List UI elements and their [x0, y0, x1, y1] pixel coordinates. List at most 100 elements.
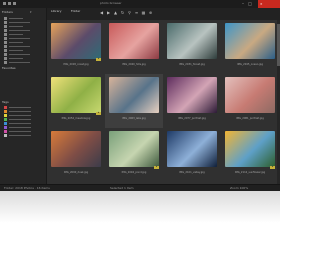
status-selection: Selected 1 item — [110, 186, 134, 190]
photo-yellow-flowers[interactable] — [51, 77, 101, 113]
zoom-icon[interactable]: ⊕ — [148, 10, 153, 15]
tag-color-swatch — [4, 114, 7, 117]
thumbnail-caption: IMG_2094_pond.jpg — [121, 171, 147, 174]
folder-label — [9, 62, 30, 63]
status-zoom: Zoom 100% — [230, 186, 249, 190]
collapse-icon[interactable]: ▾ — [30, 10, 32, 14]
folder-label — [9, 34, 23, 35]
tag-label — [9, 131, 31, 132]
folder-icon — [4, 57, 7, 60]
folder-icon — [4, 61, 7, 64]
folder-icon — [4, 33, 7, 36]
thumbnail-cell[interactable]: IMG_2090_dusk.jpg — [47, 128, 105, 182]
section-header-tags[interactable]: Tags — [2, 100, 9, 104]
folder-label — [9, 22, 30, 23]
thumbnail-cell[interactable]: ★ IMG_2094_pond.jpg — [105, 128, 163, 182]
folder-icon — [4, 29, 7, 32]
sort-icon[interactable]: ≡ — [134, 10, 139, 15]
thumbnail-caption: IMG_2020_hills.jpg — [122, 63, 146, 66]
photo-misty-red-hills[interactable] — [109, 23, 159, 59]
folder-label — [9, 42, 23, 43]
status-folder: Folder: 2018 Photos · 16 items — [4, 186, 50, 190]
section-header-favorites[interactable]: Favorites — [2, 66, 16, 70]
thumbnail-cell[interactable]: IMG_2063_lake.jpg — [105, 74, 163, 128]
thumbnail-cell[interactable]: IMG_2020_hills.jpg — [105, 20, 163, 74]
thumbnail-cell[interactable]: IMG_2031_forest.jpg — [163, 20, 221, 74]
thumbnail-cell[interactable]: IMG_2101_valley.jpg — [163, 128, 221, 182]
menu-icon[interactable] — [13, 2, 16, 5]
tag-color-swatch — [4, 118, 7, 121]
close-icon[interactable]: ✕ — [260, 2, 263, 6]
tag-label — [9, 107, 31, 108]
refresh-icon[interactable]: ↻ — [120, 10, 125, 15]
section-header-folders[interactable]: Folders — [2, 10, 13, 14]
thumbnail-caption: IMG_2112_sunflower.jpg — [234, 171, 266, 174]
thumbnail-grid: ★ IMG_2018_coast.jpg IMG_2020_hills.jpg IMG… — [47, 20, 280, 191]
thumbnail-cell[interactable]: IMG_2045_ocean.jpg — [221, 20, 279, 74]
thumbnail-caption: IMG_2090_dusk.jpg — [63, 171, 89, 174]
tag-color-swatch — [4, 134, 7, 137]
thumbnail-cell[interactable]: IMG_2081_portrait.jpg — [221, 74, 279, 128]
photo-ocean-cliffs[interactable] — [225, 23, 275, 59]
photo-sunset-lake[interactable] — [109, 77, 159, 113]
maximize-icon[interactable]: □ — [247, 1, 253, 6]
folder-label — [9, 30, 30, 31]
tag-color-swatch — [4, 126, 7, 129]
folder-icon — [4, 17, 7, 20]
thumbnail-caption: IMG_2031_forest.jpg — [179, 63, 205, 66]
menu-icon[interactable] — [8, 2, 11, 5]
back-icon[interactable]: ◀ — [99, 10, 104, 15]
folder-icon — [4, 25, 7, 28]
app-window: photo browser – □ ✕ Folders ▾ Favorites … — [0, 0, 280, 191]
photo-sunflowers[interactable] — [225, 131, 275, 167]
photo-portrait-pink[interactable] — [225, 77, 275, 113]
folder-icon — [4, 41, 7, 44]
thumbnail-caption: IMG_2063_lake.jpg — [122, 117, 146, 120]
minimize-icon[interactable]: – — [240, 1, 246, 6]
left-panel: Folders ▾ Favorites Tags — [0, 8, 47, 184]
tab-library[interactable]: Library — [51, 9, 62, 13]
thumbnail-cell[interactable]: ★ IMG_2112_sunflower.jpg — [221, 128, 279, 182]
forward-icon[interactable]: ▶ — [106, 10, 111, 15]
filter-icon[interactable]: ⚲ — [127, 10, 132, 15]
rating-badge-icon: ★ — [154, 166, 159, 169]
tag-label — [9, 123, 31, 124]
folder-icon — [4, 21, 7, 24]
rating-badge-icon: ★ — [96, 58, 101, 61]
menu-icon[interactable] — [3, 2, 6, 5]
photo-sunset-coast[interactable] — [51, 23, 101, 59]
photo-forest-stream[interactable] — [167, 23, 217, 59]
thumbnail-caption: IMG_2052_meadow.jpg — [61, 117, 91, 120]
photo-woman-sunset[interactable] — [51, 131, 101, 167]
photo-mountain-lake[interactable] — [167, 131, 217, 167]
tag-label — [9, 119, 31, 120]
thumbnail-caption: IMG_2018_coast.jpg — [63, 63, 89, 66]
folder-label — [9, 38, 30, 39]
tag-label — [9, 135, 31, 136]
photo-green-pond[interactable] — [109, 131, 159, 167]
thumbnail-cell[interactable]: IMG_2077_portrait.jpg — [163, 74, 221, 128]
thumbnail-cell[interactable]: ★ IMG_2018_coast.jpg — [47, 20, 105, 74]
up-icon[interactable]: ▲ — [113, 10, 118, 15]
photo-portrait-purple[interactable] — [167, 77, 217, 113]
tag-label — [9, 127, 31, 128]
scroll-thumb[interactable] — [277, 24, 280, 66]
thumbnail-caption: IMG_2045_ocean.jpg — [237, 63, 263, 66]
close-button[interactable]: ✕ — [258, 0, 280, 8]
tag-color-swatch — [4, 122, 7, 125]
folder-icon — [4, 37, 7, 40]
window-reflection — [0, 191, 280, 223]
vertical-scrollbar[interactable] — [277, 20, 280, 184]
thumbnail-caption: IMG_2077_portrait.jpg — [178, 117, 206, 120]
title-bar: photo browser – □ ✕ — [0, 0, 280, 8]
tab-folder[interactable]: Folder — [71, 9, 80, 13]
app-title: photo browser — [100, 1, 122, 5]
rating-badge-icon: ★ — [270, 166, 275, 169]
thumbnail-cell[interactable]: ★ IMG_2052_meadow.jpg — [47, 74, 105, 128]
tag-label — [9, 115, 31, 116]
rating-badge-icon: ★ — [96, 112, 101, 115]
folder-icon — [4, 45, 7, 48]
thumbnail-caption: IMG_2081_portrait.jpg — [236, 117, 264, 120]
view-icon[interactable]: ▦ — [141, 10, 146, 15]
folder-label — [9, 18, 23, 19]
